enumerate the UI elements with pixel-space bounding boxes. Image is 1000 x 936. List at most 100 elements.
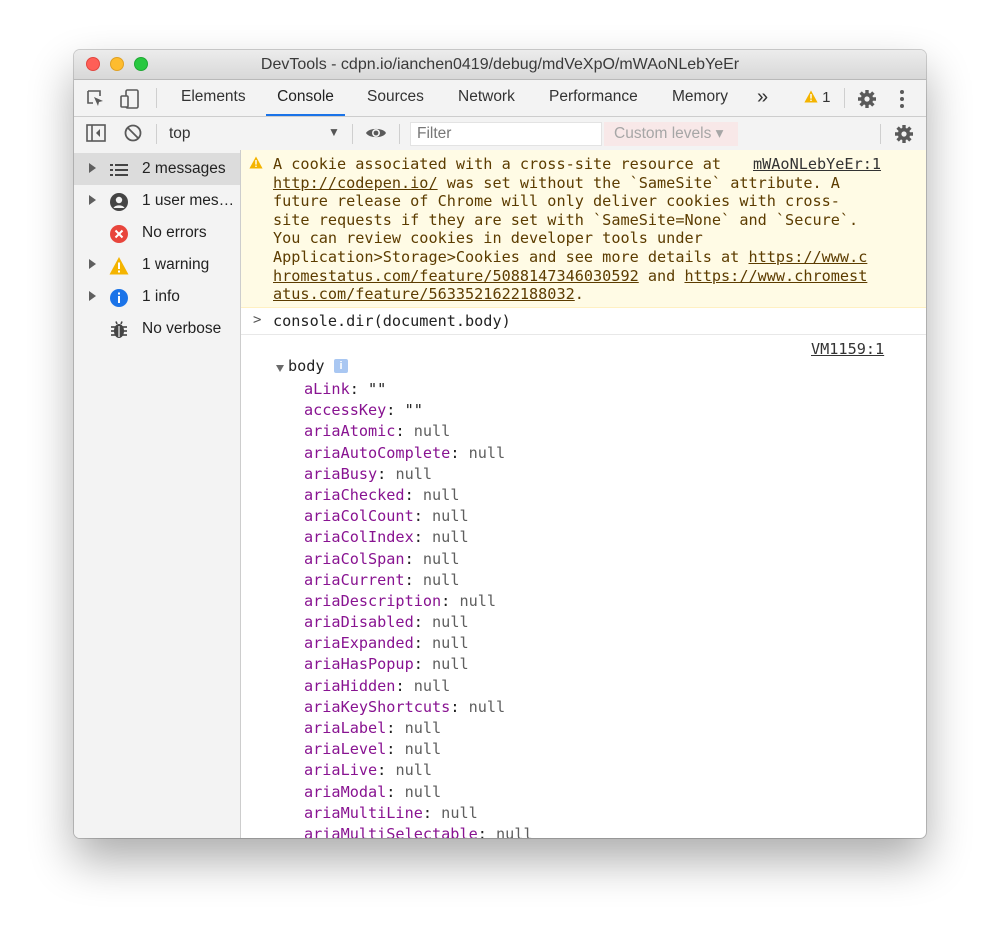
chromestatus-link-a[interactable]: hromestatus.com/feature/5088147346030592 bbox=[273, 267, 639, 285]
warning-text: and bbox=[638, 266, 685, 285]
expand-arrow-icon[interactable] bbox=[276, 365, 284, 372]
property-row[interactable]: ariaColCount: null bbox=[304, 506, 533, 527]
property-row[interactable]: aLink: "" bbox=[304, 379, 533, 400]
property-row[interactable]: ariaChecked: null bbox=[304, 485, 533, 506]
property-separator: : bbox=[413, 655, 433, 674]
sidebar-item-info[interactable]: 1 info bbox=[74, 281, 240, 313]
property-row[interactable]: ariaAtomic: null bbox=[304, 421, 533, 442]
codepen-link[interactable]: http://codepen.io/ bbox=[273, 174, 438, 192]
more-tabs-icon[interactable]: » bbox=[757, 80, 768, 116]
warning-text-line: site requests if they are set with `Same… bbox=[273, 210, 859, 229]
object-name: body bbox=[288, 357, 325, 375]
property-key: accessKey bbox=[304, 401, 387, 420]
property-row[interactable]: ariaColIndex: null bbox=[304, 527, 533, 548]
sidebar-item-label: 2 messages bbox=[142, 160, 226, 177]
property-row[interactable]: ariaExpanded: null bbox=[304, 633, 533, 654]
property-value: null bbox=[468, 443, 506, 462]
expand-arrow-icon[interactable] bbox=[89, 291, 96, 301]
context-selector[interactable]: top bbox=[169, 125, 191, 143]
property-separator: : bbox=[349, 380, 369, 398]
filter-input[interactable] bbox=[410, 122, 602, 146]
property-row[interactable]: ariaColSpan: null bbox=[304, 549, 533, 570]
device-toolbar-icon[interactable] bbox=[119, 89, 141, 114]
property-separator: : bbox=[395, 422, 414, 441]
sidebar-item-label: 1 user mes… bbox=[142, 192, 235, 209]
info-icon bbox=[109, 288, 129, 308]
property-value: null bbox=[432, 613, 469, 632]
sidebar-item-user-messages[interactable]: 1 user mes… bbox=[74, 185, 240, 217]
expand-arrow-icon[interactable] bbox=[89, 163, 96, 173]
tab-elements[interactable]: Elements bbox=[181, 80, 246, 116]
property-row[interactable]: ariaLevel: null bbox=[304, 739, 533, 760]
property-key: ariaLabel bbox=[304, 719, 387, 737]
tab-network[interactable]: Network bbox=[458, 80, 515, 116]
property-row[interactable]: ariaModal: null bbox=[304, 782, 533, 803]
property-key: aLink bbox=[304, 380, 350, 398]
chromestatus-link-b[interactable]: atus.com/feature/5633521622188032 bbox=[273, 285, 575, 303]
property-key: ariaDisabled bbox=[304, 613, 414, 632]
devtools-window: DevTools - cdpn.io/ianchen0419/debug/mdV… bbox=[74, 50, 926, 838]
property-row[interactable]: ariaBusy: null bbox=[304, 464, 533, 485]
tab-sources[interactable]: Sources bbox=[367, 80, 424, 116]
result-source-link[interactable]: VM1159:1 bbox=[811, 340, 884, 358]
warning-text-line: You can review cookies in developer tool… bbox=[273, 229, 703, 248]
expand-arrow-icon[interactable] bbox=[89, 195, 96, 205]
tab-memory[interactable]: Memory bbox=[672, 80, 728, 116]
property-row[interactable]: ariaMultiLine: null bbox=[304, 803, 533, 824]
prompt-chevron-icon: > bbox=[253, 312, 262, 328]
clear-console-icon[interactable] bbox=[124, 124, 142, 147]
toolbar-divider bbox=[156, 124, 157, 144]
property-key: ariaMultiLine bbox=[304, 803, 423, 822]
property-row[interactable]: ariaMultiSelectable: null bbox=[304, 824, 533, 838]
console-toolbar: top ▼ Custom levels ▾ bbox=[74, 117, 926, 152]
inspect-element-icon[interactable] bbox=[86, 89, 106, 114]
show-sidebar-icon[interactable] bbox=[86, 124, 106, 147]
console-settings-gear-icon[interactable] bbox=[894, 124, 914, 149]
property-separator: : bbox=[413, 634, 433, 653]
tab-performance[interactable]: Performance bbox=[549, 80, 638, 116]
property-row[interactable]: ariaCurrent: null bbox=[304, 570, 533, 591]
chevron-down-icon[interactable]: ▼ bbox=[328, 125, 340, 139]
warning-text-line: atus.com/feature/5633521622188032. bbox=[273, 285, 584, 304]
property-key: ariaModal bbox=[304, 782, 387, 801]
sidebar-item-verbose[interactable]: No verbose bbox=[74, 313, 240, 345]
sidebar-item-messages[interactable]: 2 messages bbox=[74, 153, 240, 185]
property-value: null bbox=[404, 740, 442, 759]
property-value: null bbox=[432, 507, 469, 526]
warning-text-line: hromestatus.com/feature/5088147346030592… bbox=[273, 267, 867, 286]
property-key: ariaHidden bbox=[304, 676, 396, 695]
warning-source-link[interactable]: mWAoNLebYeEr:1 bbox=[753, 155, 881, 173]
property-row[interactable]: ariaDescription: null bbox=[304, 591, 533, 612]
chromestatus-link-b[interactable]: https://www.chromest bbox=[684, 267, 867, 285]
property-row[interactable]: ariaAutoComplete: null bbox=[304, 443, 533, 464]
live-expression-eye-icon[interactable] bbox=[365, 125, 387, 146]
property-key: ariaColSpan bbox=[304, 549, 405, 568]
sidebar-item-label: 1 info bbox=[142, 288, 180, 305]
property-row[interactable]: ariaKeyShortcuts: null bbox=[304, 697, 533, 718]
log-levels-dropdown[interactable]: Custom levels ▾ bbox=[604, 122, 738, 146]
property-key: ariaKeyShortcuts bbox=[304, 697, 451, 716]
property-value: null bbox=[422, 570, 460, 589]
info-badge-icon[interactable]: i bbox=[334, 359, 348, 373]
property-key: ariaDescription bbox=[304, 591, 442, 610]
property-row[interactable]: ariaHidden: null bbox=[304, 676, 533, 697]
sidebar-item-warnings[interactable]: 1 warning bbox=[74, 249, 240, 281]
tab-console[interactable]: Console bbox=[266, 80, 345, 116]
bug-icon bbox=[109, 320, 129, 340]
warning-icon bbox=[109, 256, 129, 276]
property-row[interactable]: ariaHasPopup: null bbox=[304, 654, 533, 675]
sidebar-item-errors[interactable]: No errors bbox=[74, 217, 240, 249]
settings-gear-icon[interactable] bbox=[857, 89, 877, 114]
property-row[interactable]: ariaLabel: null bbox=[304, 718, 533, 739]
warnings-counter[interactable]: 1 bbox=[804, 89, 831, 106]
more-options-icon[interactable] bbox=[899, 89, 905, 114]
property-row[interactable]: ariaDisabled: null bbox=[304, 612, 533, 633]
expand-arrow-icon[interactable] bbox=[89, 259, 96, 269]
property-row[interactable]: accessKey: "" bbox=[304, 400, 533, 421]
property-key: ariaMultiSelectable bbox=[304, 824, 478, 838]
toolbar-divider bbox=[156, 88, 157, 108]
property-separator: : bbox=[450, 443, 469, 462]
chromestatus-link-a[interactable]: https://www.c bbox=[748, 248, 867, 266]
property-value: null bbox=[459, 591, 497, 610]
property-row[interactable]: ariaLive: null bbox=[304, 760, 533, 781]
